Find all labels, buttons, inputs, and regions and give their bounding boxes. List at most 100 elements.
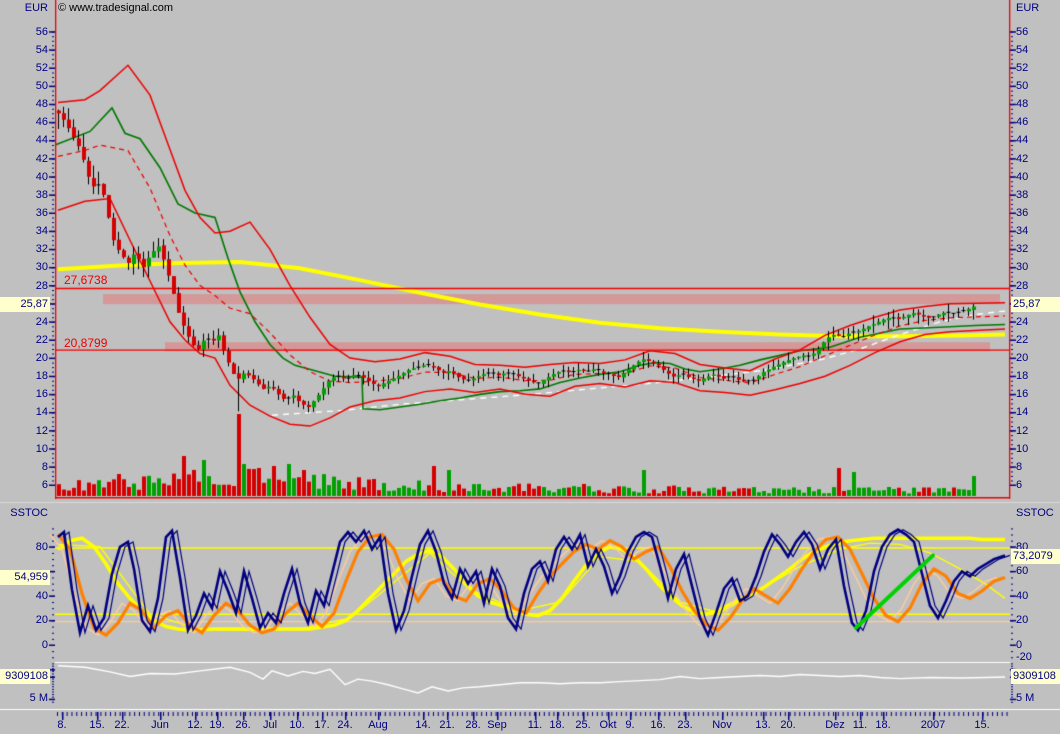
date-axis-label: 16. xyxy=(650,719,665,731)
date-axis-label: 12. xyxy=(187,719,202,731)
sstoc-axis-title-right: SSTOC xyxy=(1016,507,1054,520)
price-tick-label-right: 10 xyxy=(1016,443,1028,456)
resistance-level-label: 27,6738 xyxy=(64,273,107,287)
price-tick-label-right: 42 xyxy=(1016,153,1028,166)
price-tick-label-right: 24 xyxy=(1016,316,1028,329)
sstoc-tick-label-right: -20 xyxy=(1016,651,1032,664)
price-tick-label-left: 6 xyxy=(0,479,48,492)
sstoc-tick-label-left: 40 xyxy=(0,590,48,603)
price-tick-label-right: 52 xyxy=(1016,62,1028,75)
date-axis-label: 18. xyxy=(549,719,564,731)
price-tick-label-right: 50 xyxy=(1016,80,1028,93)
sstoc-tick-label-right: 60 xyxy=(1016,565,1028,578)
date-axis-label: 22. xyxy=(114,719,129,731)
date-axis-label: 2007 xyxy=(921,719,945,731)
price-tick-label-left: 10 xyxy=(0,443,48,456)
date-axis-label: Nov xyxy=(712,719,732,731)
price-tick-label-right: 22 xyxy=(1016,334,1028,347)
last-price-label-right: 25,87 xyxy=(1011,297,1060,312)
price-tick-label-right: 46 xyxy=(1016,116,1028,129)
volume-value-label-left: 9309108 xyxy=(0,669,50,684)
price-tick-label-left: 44 xyxy=(0,134,48,147)
price-tick-label-right: 34 xyxy=(1016,225,1028,238)
price-tick-label-left: 20 xyxy=(0,352,48,365)
tradesignal-chart-window: EUR © www.tradesignal.com EUR 27,6738 20… xyxy=(0,0,1060,734)
price-tick-label-left: 8 xyxy=(0,461,48,474)
price-tick-label-left: 34 xyxy=(0,225,48,238)
date-axis-label: Okt xyxy=(599,719,616,731)
price-tick-label-left: 30 xyxy=(0,261,48,274)
date-axis-label: Aug xyxy=(368,719,388,731)
price-tick-label-left: 56 xyxy=(0,26,48,39)
date-axis-label: 20. xyxy=(780,719,795,731)
date-axis-label: 14. xyxy=(415,719,430,731)
date-axis-label: 21. xyxy=(439,719,454,731)
price-tick-label-left: 32 xyxy=(0,243,48,256)
date-axis-label: 18. xyxy=(875,719,890,731)
price-tick-label-right: 56 xyxy=(1016,26,1028,39)
price-tick-label-left: 54 xyxy=(0,44,48,57)
volume-axis-tick-left: 5 M xyxy=(0,692,48,705)
price-tick-label-right: 36 xyxy=(1016,207,1028,220)
price-tick-label-right: 30 xyxy=(1016,261,1028,274)
price-tick-label-left: 36 xyxy=(0,207,48,220)
support-level-label: 20,8799 xyxy=(64,336,107,350)
price-tick-label-left: 12 xyxy=(0,425,48,438)
sstoc-tick-label-right: 40 xyxy=(1016,590,1028,603)
sstoc-value-label-right: 73,2079 xyxy=(1011,549,1060,564)
date-axis-label: 23. xyxy=(677,719,692,731)
date-axis-label: Dez xyxy=(825,719,845,731)
price-tick-label-left: 50 xyxy=(0,80,48,93)
sstoc-tick-label-left: 0 xyxy=(0,639,48,652)
price-tick-label-right: 40 xyxy=(1016,171,1028,184)
copyright-text: © www.tradesignal.com xyxy=(58,2,173,14)
price-tick-label-left: 48 xyxy=(0,98,48,111)
price-tick-label-right: 28 xyxy=(1016,280,1028,293)
price-tick-label-left: 22 xyxy=(0,334,48,347)
date-axis-label: 9. xyxy=(625,719,634,731)
date-axis-label: 17. xyxy=(314,719,329,731)
price-tick-label-left: 24 xyxy=(0,316,48,329)
sstoc-tick-label-right: 20 xyxy=(1016,614,1028,627)
date-axis-label: Jul xyxy=(263,719,277,731)
price-tick-label-left: 52 xyxy=(0,62,48,75)
price-tick-label-right: 8 xyxy=(1016,461,1022,474)
price-tick-label-right: 12 xyxy=(1016,425,1028,438)
price-tick-label-right: 54 xyxy=(1016,44,1028,57)
price-tick-label-left: 16 xyxy=(0,388,48,401)
price-tick-label-right: 14 xyxy=(1016,406,1028,419)
price-tick-label-left: 14 xyxy=(0,406,48,419)
price-tick-label-right: 18 xyxy=(1016,370,1028,383)
volume-axis-tick-right: 5 M xyxy=(1016,692,1034,705)
volume-value-label-right: 9309108 xyxy=(1011,669,1060,684)
date-axis-label: 25. xyxy=(575,719,590,731)
right-price-axis-title: EUR xyxy=(1016,2,1039,15)
left-price-axis-title: EUR xyxy=(0,2,48,15)
price-tick-label-left: 18 xyxy=(0,370,48,383)
price-tick-label-right: 16 xyxy=(1016,388,1028,401)
chart-canvas[interactable] xyxy=(0,0,1060,734)
date-axis-label: 15. xyxy=(974,719,989,731)
price-tick-label-right: 6 xyxy=(1016,479,1022,492)
date-axis-label: 28. xyxy=(465,719,480,731)
price-tick-label-right: 32 xyxy=(1016,243,1028,256)
sstoc-tick-label-left: 80 xyxy=(0,541,48,554)
date-axis-label: 8. xyxy=(57,719,66,731)
sstoc-axis-title-left: SSTOC xyxy=(0,507,48,520)
price-tick-label-left: 38 xyxy=(0,189,48,202)
date-axis-label: 10. xyxy=(289,719,304,731)
sstoc-tick-label-left: 20 xyxy=(0,614,48,627)
date-axis-label: 11. xyxy=(853,719,867,731)
date-axis-label: 11. xyxy=(528,719,542,731)
date-axis-label: 26. xyxy=(235,719,250,731)
last-price-label-left: 25,87 xyxy=(0,297,50,312)
date-axis-label: 15. xyxy=(89,719,104,731)
date-axis-label: 13. xyxy=(755,719,770,731)
price-tick-label-right: 20 xyxy=(1016,352,1028,365)
price-tick-label-left: 28 xyxy=(0,280,48,293)
price-tick-label-left: 46 xyxy=(0,116,48,129)
date-axis-label: Jun xyxy=(151,719,169,731)
date-axis-label: Sep xyxy=(487,719,507,731)
price-tick-label-left: 42 xyxy=(0,153,48,166)
sstoc-value-label-left: 54,959 xyxy=(0,570,50,585)
